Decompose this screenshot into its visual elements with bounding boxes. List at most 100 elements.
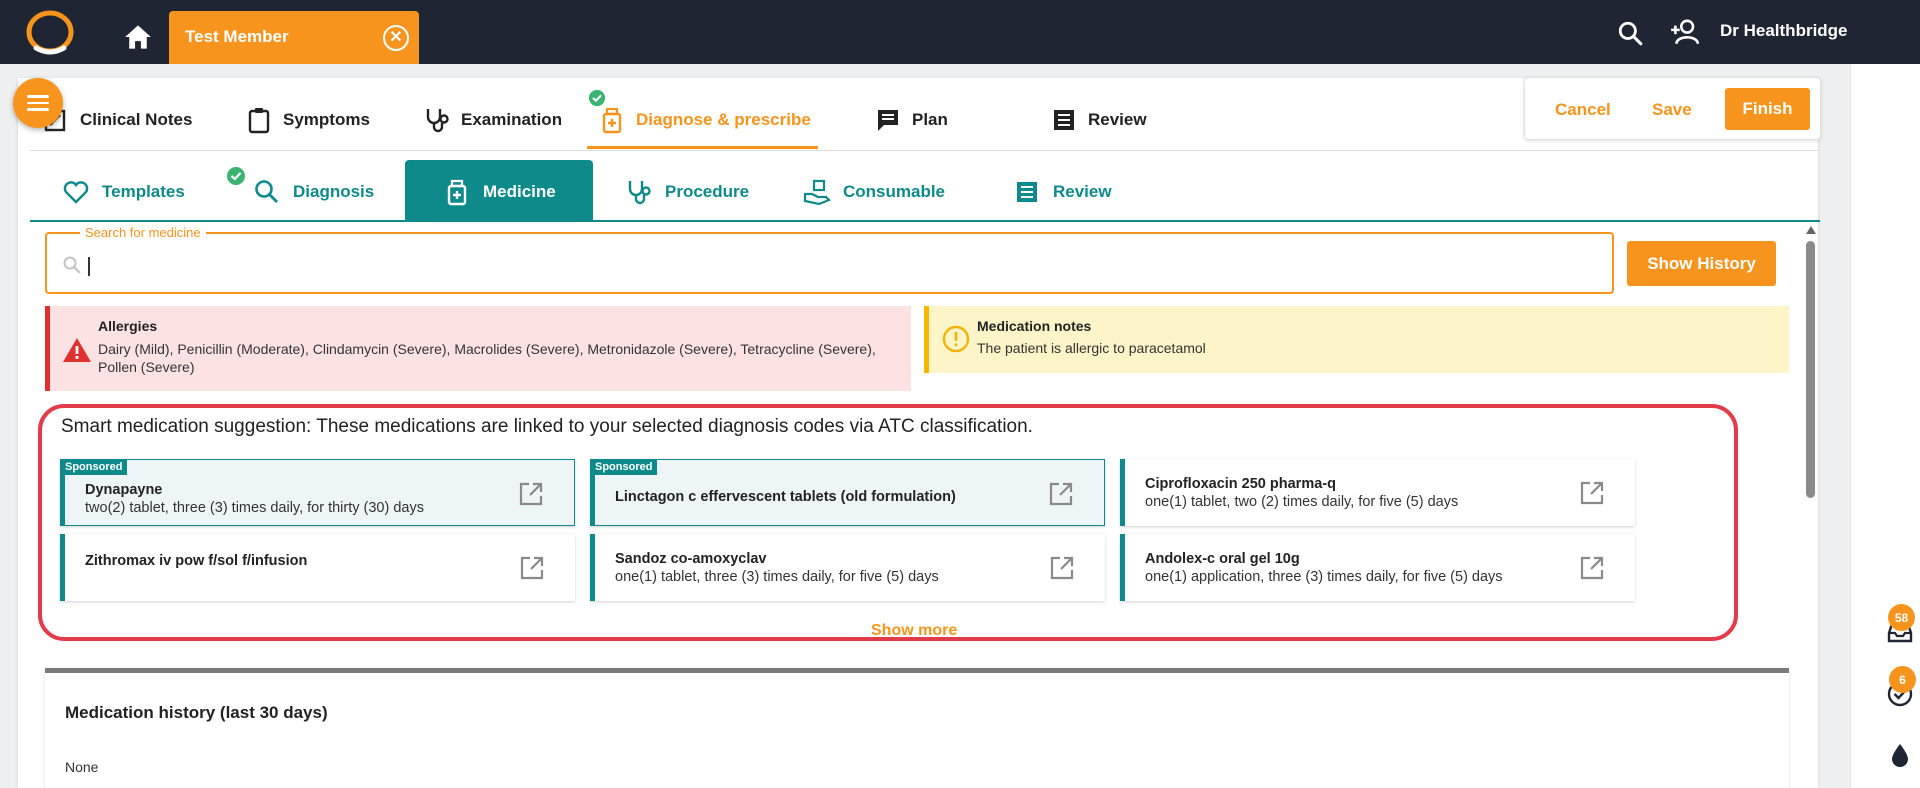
tab-examination[interactable]: Examination	[423, 100, 562, 140]
menu-bar-icon	[27, 101, 49, 105]
subtab-procedure[interactable]: Procedure	[625, 176, 749, 208]
medication-dosage: one(1) tablet, two (2) times daily, for …	[1145, 494, 1459, 510]
app-logo-icon[interactable]	[24, 10, 76, 56]
tab-label: Review	[1088, 110, 1147, 129]
scroll-up-arrow-icon[interactable]	[1806, 226, 1816, 234]
home-icon[interactable]	[124, 24, 152, 50]
medication-dosage: two(2) tablet, three (3) times daily, fo…	[85, 500, 424, 516]
subtab-label: Medicine	[483, 182, 556, 201]
medication-dosage: one(1) tablet, three (3) times daily, fo…	[615, 569, 939, 585]
subtab-medicine[interactable]: Medicine	[443, 176, 556, 208]
stethoscope-icon	[628, 181, 651, 205]
action-panel: Cancel Save Finish	[1524, 77, 1821, 140]
subtab-templates[interactable]: Templates	[62, 176, 185, 208]
allergies-alert: Allergies Dairy (Mild), Penicillin (Mode…	[45, 306, 911, 391]
add-user-icon[interactable]	[1669, 18, 1701, 46]
list-icon	[1017, 182, 1037, 202]
medication-name: Zithromax iv pow f/sol f/infusion	[85, 553, 308, 569]
subtab-label: Procedure	[665, 182, 750, 201]
subtab-label: Consumable	[843, 182, 946, 201]
subtab-label: Templates	[102, 182, 185, 201]
tabs-divider	[30, 150, 1820, 151]
medication-name: Sandoz co-amoxyclav	[615, 551, 767, 567]
medication-name: Linctagon c effervescent tablets (old fo…	[615, 489, 956, 505]
text-caret	[88, 257, 90, 276]
subtabs-divider	[30, 220, 1820, 222]
medication-name: Dynapayne	[85, 482, 163, 498]
medication-history-section: Medication history (last 30 days) None	[45, 668, 1789, 788]
active-tab-underline	[587, 146, 818, 149]
medication-history-title: Medication history (last 30 days)	[65, 703, 328, 722]
warning-triangle-icon	[63, 338, 91, 362]
medication-name: Andolex-c oral gel 10g	[1145, 551, 1300, 567]
external-link-icon[interactable]	[1579, 480, 1605, 506]
medication-history-value: None	[65, 759, 99, 775]
subtab-diagnosis[interactable]: Diagnosis	[253, 176, 374, 208]
medication-notes-text: The patient is allergic to paracetamol	[977, 340, 1206, 356]
menu-bar-icon	[27, 95, 49, 98]
heart-icon	[63, 181, 89, 204]
tab-label: Examination	[461, 110, 563, 129]
search-icon	[63, 256, 81, 274]
menu-button[interactable]	[13, 78, 63, 128]
sponsored-badge: Sponsored	[590, 459, 658, 475]
tab-diagnose-prescribe[interactable]: Diagnose & prescribe	[598, 100, 811, 140]
medication-suggestion-card[interactable]: Zithromax iv pow f/sol f/infusion	[60, 534, 575, 601]
medication-name: Ciprofloxacin 250 pharma-q	[1145, 476, 1336, 492]
medicine-search-input[interactable]	[45, 232, 1614, 294]
external-link-icon[interactable]	[1048, 481, 1074, 507]
medication-notes-title: Medication notes	[977, 318, 1092, 334]
chat-icon	[878, 110, 898, 131]
tab-label: Diagnose & prescribe	[636, 110, 811, 129]
menu-bar-icon	[27, 108, 49, 111]
scrollbar-thumb[interactable]	[1806, 241, 1815, 498]
tab-label: Clinical Notes	[80, 110, 193, 129]
allergies-title: Allergies	[98, 318, 158, 334]
subtab-consumable[interactable]: Consumable	[803, 176, 945, 208]
medication-notes-alert: Medication notes The patient is allergic…	[924, 306, 1789, 373]
list-icon	[1054, 110, 1074, 130]
medicine-box-icon	[602, 107, 622, 134]
medication-dosage: one(1) application, three (3) times dail…	[1145, 569, 1503, 585]
medication-suggestion-card[interactable]: Sponsored Dynapayne two(2) tablet, three…	[60, 459, 575, 526]
patient-tab[interactable]: Test Member ✕	[169, 11, 419, 64]
cancel-button[interactable]: Cancel	[1555, 100, 1611, 120]
tab-label: Symptoms	[283, 110, 370, 129]
search-icon[interactable]	[1617, 20, 1643, 46]
subtab-review[interactable]: Review	[1013, 176, 1112, 208]
patient-tab-name: Test Member	[185, 27, 289, 46]
medication-suggestion-card[interactable]: Sponsored Linctagon c effervescent table…	[590, 459, 1105, 526]
save-button[interactable]: Save	[1652, 100, 1692, 120]
top-bar: Test Member ✕ Dr Healthbridge	[0, 0, 1920, 64]
finish-button[interactable]: Finish	[1725, 88, 1810, 130]
medication-suggestion-card[interactable]: Sandoz co-amoxyclav one(1) tablet, three…	[590, 534, 1105, 601]
show-more-link[interactable]: Show more	[871, 622, 957, 640]
clipboard-icon	[248, 108, 270, 134]
show-history-button[interactable]: Show History	[1627, 241, 1776, 286]
subtab-label: Review	[1053, 182, 1112, 201]
external-link-icon[interactable]	[1049, 555, 1075, 581]
tasks-count-badge: 6	[1889, 666, 1916, 693]
drop-icon[interactable]	[1886, 741, 1914, 769]
external-link-icon[interactable]	[1579, 555, 1605, 581]
search-label: Search for medicine	[80, 225, 206, 240]
sponsored-badge: Sponsored	[60, 459, 128, 475]
external-link-icon[interactable]	[518, 481, 544, 507]
completed-check-icon	[227, 167, 245, 185]
medication-suggestion-card[interactable]: Andolex-c oral gel 10g one(1) applicatio…	[1120, 534, 1635, 601]
tab-plan[interactable]: Plan	[874, 100, 948, 140]
subtab-label: Diagnosis	[293, 182, 375, 201]
external-link-icon[interactable]	[519, 555, 545, 581]
info-exclamation-icon	[942, 325, 970, 353]
tab-symptoms[interactable]: Symptoms	[245, 100, 370, 140]
tab-review[interactable]: Review	[1050, 100, 1147, 140]
close-patient-icon[interactable]: ✕	[383, 25, 409, 51]
hand-box-icon	[803, 179, 831, 206]
medicine-box-icon	[447, 179, 467, 206]
right-rail: 58 6	[1850, 64, 1920, 788]
smart-suggestion-title: Smart medication suggestion: These medic…	[61, 416, 1033, 437]
inbox-count-badge: 58	[1888, 604, 1915, 631]
tab-clinical-notes[interactable]: Clinical Notes	[42, 100, 192, 140]
medication-suggestion-card[interactable]: Ciprofloxacin 250 pharma-q one(1) tablet…	[1120, 459, 1635, 526]
user-name[interactable]: Dr Healthbridge	[1720, 21, 1848, 41]
